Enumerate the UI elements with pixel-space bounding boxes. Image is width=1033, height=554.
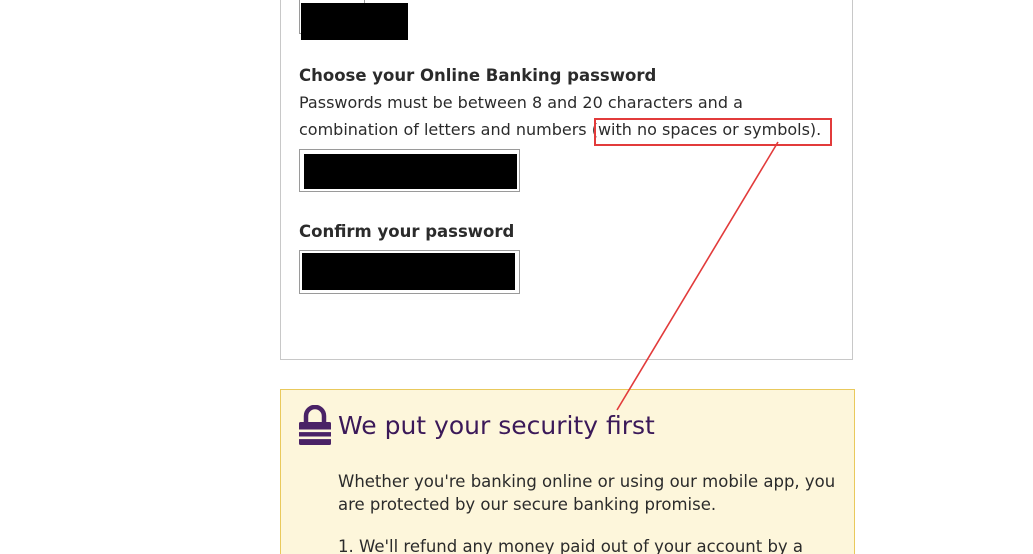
- redacted-block: [304, 154, 517, 189]
- security-title: We put your security first: [338, 411, 655, 440]
- password-label: Choose your Online Banking password: [299, 66, 657, 85]
- lock-icon: [299, 404, 331, 449]
- page: Choose your Online Banking password Pass…: [0, 0, 1033, 554]
- password-hint-line1: Passwords must be between 8 and 20 chara…: [299, 93, 743, 112]
- security-promise-item: 1. We'll refund any money paid out of yo…: [338, 537, 804, 554]
- security-body: Whether you're banking online or using o…: [338, 472, 836, 514]
- annotation-highlight-box: [594, 118, 832, 146]
- confirm-password-label: Confirm your password: [299, 222, 515, 241]
- password-input[interactable]: [299, 149, 520, 192]
- redacted-block: [301, 3, 408, 40]
- password-hint-prefix: combination of letters and numbers: [299, 120, 592, 139]
- confirm-password-input[interactable]: [299, 250, 520, 294]
- redacted-block: [302, 253, 515, 290]
